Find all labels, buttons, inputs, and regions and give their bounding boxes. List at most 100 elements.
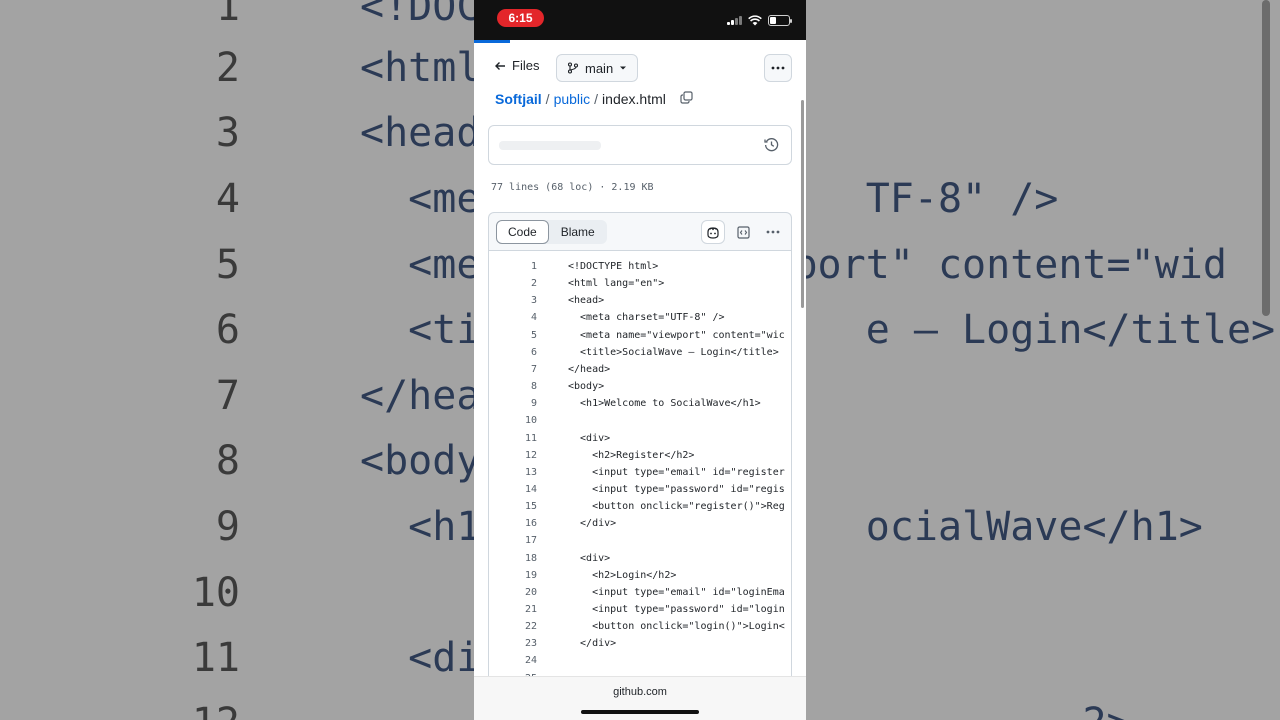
latest-commit-box <box>488 125 792 165</box>
line-content: </div> <box>568 638 617 650</box>
code-line: 10 <box>489 412 791 429</box>
file-nav-bar: Files main <box>474 52 806 84</box>
line-content: <input type="password" id="login <box>568 604 785 615</box>
line-number[interactable]: 18 <box>507 550 537 567</box>
line-content: <button onclick="login()">Login< <box>568 621 785 633</box>
browser-url-domain[interactable]: github.com <box>474 686 806 698</box>
breadcrumb-separator: / <box>545 91 550 107</box>
code-line: 20 <input type="email" id="loginEma <box>489 584 791 601</box>
line-number[interactable]: 11 <box>507 430 537 447</box>
phone-screen: 6:15 Files main Softjail / public / inde… <box>474 0 806 720</box>
code-line: 14 <input type="password" id="regis <box>489 481 791 498</box>
home-indicator[interactable] <box>581 710 699 714</box>
status-time: 6:15 <box>497 9 544 27</box>
code-line: 3 <head> <box>489 292 791 309</box>
copilot-button[interactable] <box>701 220 725 244</box>
line-number[interactable]: 13 <box>507 464 537 481</box>
view-mode-segmented-control: Code Blame <box>496 220 607 244</box>
line-content: <meta name="viewport" content="wic <box>568 329 785 341</box>
caret-down-icon <box>620 66 627 70</box>
line-number[interactable]: 15 <box>507 498 537 515</box>
line-number[interactable]: 10 <box>507 412 537 429</box>
line-number[interactable]: 24 <box>507 652 537 669</box>
tab-blame[interactable]: Blame <box>549 220 607 244</box>
line-content: <h2>Register</h2> <box>568 449 695 461</box>
file-viewer-header: Code Blame <box>488 212 792 251</box>
code-symbols-button[interactable] <box>731 220 755 244</box>
code-line: 1 <!DOCTYPE html> <box>489 258 791 275</box>
line-content: <div> <box>568 552 611 564</box>
line-number[interactable]: 6 <box>507 344 537 361</box>
line-number[interactable]: 14 <box>507 481 537 498</box>
line-number[interactable]: 1 <box>507 258 537 275</box>
kebab-horizontal-icon <box>766 230 780 234</box>
code-line: 23 </div> <box>489 635 791 652</box>
line-number[interactable]: 20 <box>507 584 537 601</box>
code-line: 15 <button onclick="register()">Reg <box>489 498 791 515</box>
line-number[interactable]: 23 <box>507 635 537 652</box>
status-icons <box>727 13 792 27</box>
breadcrumb: Softjail / public / index.html <box>495 91 693 107</box>
file-more-options-button[interactable] <box>761 220 785 244</box>
code-line: 6 <title>SocialWave – Login</title> <box>489 344 791 361</box>
git-branch-icon <box>567 62 579 74</box>
line-content: <div> <box>568 432 611 444</box>
file-header-actions <box>701 220 785 244</box>
line-content: <input type="password" id="regis <box>568 483 785 495</box>
files-label: Files <box>512 58 540 73</box>
arrow-left-icon <box>495 61 505 70</box>
file-meta-info: 77 lines (68 loc) · 2.19 KB <box>491 182 654 193</box>
line-content: <body> <box>568 381 605 393</box>
line-number[interactable]: 9 <box>507 395 537 412</box>
code-line: 4 <meta charset="UTF-8" /> <box>489 309 791 326</box>
breadcrumb-file-name: index.html <box>602 91 666 107</box>
history-icon <box>764 138 779 152</box>
commit-history-button[interactable] <box>764 137 779 157</box>
line-number[interactable]: 2 <box>507 275 537 292</box>
copy-path-button[interactable] <box>680 91 693 107</box>
code-square-icon <box>736 225 750 239</box>
status-bar: 6:15 <box>474 0 806 40</box>
more-options-button[interactable] <box>764 54 792 82</box>
code-line: 5 <meta name="viewport" content="wic <box>489 327 791 344</box>
line-number[interactable]: 12 <box>507 447 537 464</box>
copilot-icon <box>707 226 719 239</box>
kebab-horizontal-icon <box>771 66 785 70</box>
branch-name: main <box>585 60 614 76</box>
line-number[interactable]: 8 <box>507 378 537 395</box>
browser-bottom-bar: github.com <box>474 676 806 720</box>
line-content: <head> <box>568 295 605 307</box>
code-line: 22 <button onclick="login()">Login< <box>489 618 791 635</box>
line-content: <h1>Welcome to SocialWave</h1> <box>568 398 761 410</box>
line-number[interactable]: 7 <box>507 361 537 378</box>
code-line: 21 <input type="password" id="login <box>489 601 791 618</box>
code-line: 18 <div> <box>489 550 791 567</box>
code-line: 17 <box>489 532 791 549</box>
line-number[interactable]: 4 <box>507 309 537 326</box>
line-content: <title>SocialWave – Login</title> <box>568 346 779 358</box>
branch-selector-button[interactable]: main <box>556 54 639 82</box>
code-line: 8 <body> <box>489 378 791 395</box>
line-content: <input type="email" id="loginEma <box>568 586 785 598</box>
line-number[interactable]: 19 <box>507 567 537 584</box>
line-number[interactable]: 3 <box>507 292 537 309</box>
code-line: 16 </div> <box>489 515 791 532</box>
line-number[interactable]: 21 <box>507 601 537 618</box>
code-line: 12 <h2>Register</h2> <box>489 447 791 464</box>
code-line: 13 <input type="email" id="register <box>489 464 791 481</box>
back-to-files-button[interactable]: Files <box>494 58 539 73</box>
breadcrumb-directory-link[interactable]: public <box>554 91 591 107</box>
code-line: 7 </head> <box>489 361 791 378</box>
line-number[interactable]: 17 <box>507 532 537 549</box>
code-line: 11 <div> <box>489 430 791 447</box>
tab-code[interactable]: Code <box>496 220 549 244</box>
line-content: <input type="email" id="register <box>568 466 785 478</box>
line-number[interactable]: 16 <box>507 515 537 532</box>
page-scrollbar[interactable] <box>801 100 804 308</box>
code-viewer[interactable]: 1 <!DOCTYPE html> 2 <html lang="en"> 3 <head>… <box>488 250 792 692</box>
breadcrumb-repo-link[interactable]: Softjail <box>495 91 542 107</box>
line-number[interactable]: 5 <box>507 327 537 344</box>
commit-loading-placeholder <box>499 141 601 150</box>
line-number[interactable]: 22 <box>507 618 537 635</box>
background-scrollbar <box>1262 0 1270 316</box>
